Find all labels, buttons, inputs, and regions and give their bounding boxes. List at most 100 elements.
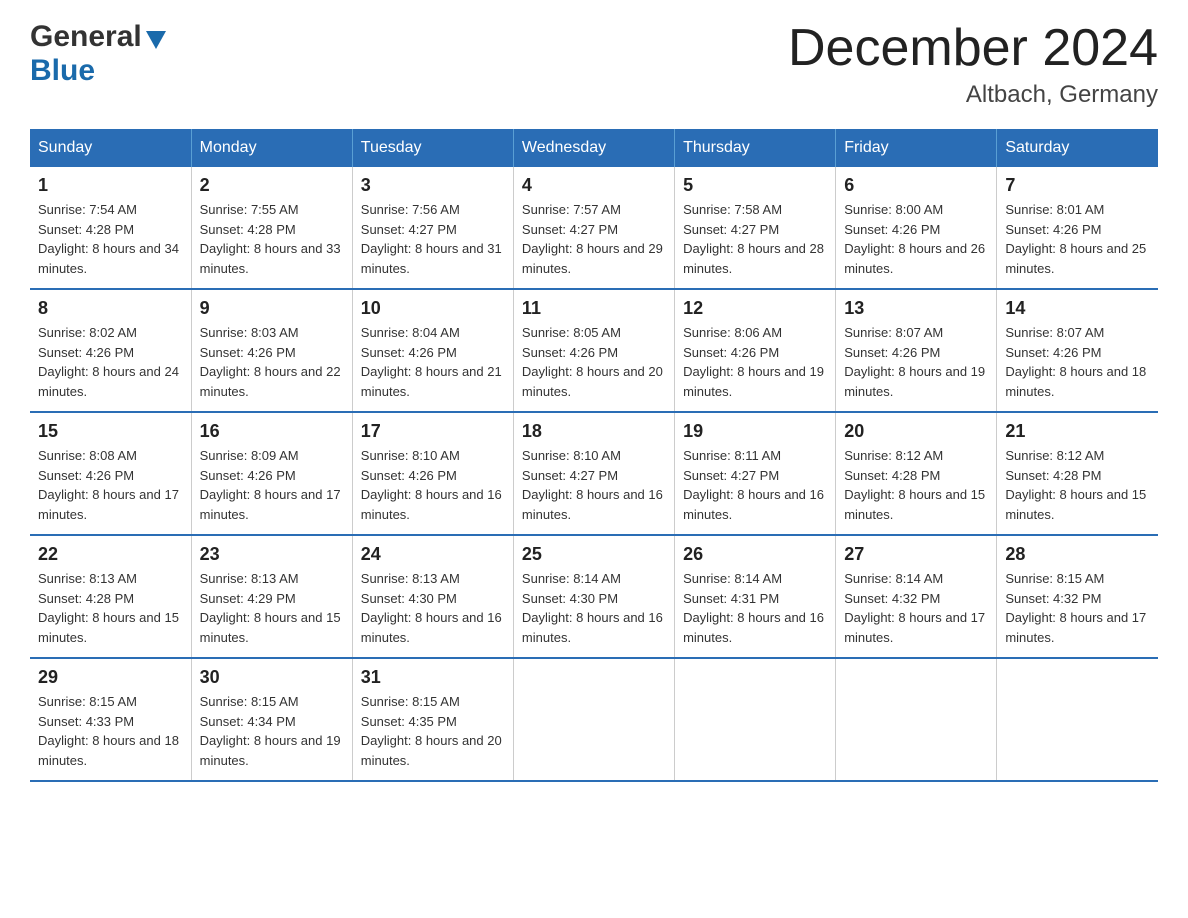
day-info: Sunrise: 8:03 AMSunset: 4:26 PMDaylight:… xyxy=(200,325,341,399)
day-number: 20 xyxy=(844,421,988,442)
calendar-cell: 13 Sunrise: 8:07 AMSunset: 4:26 PMDaylig… xyxy=(836,289,997,412)
day-number: 16 xyxy=(200,421,344,442)
day-info: Sunrise: 8:13 AMSunset: 4:29 PMDaylight:… xyxy=(200,571,341,645)
day-number: 13 xyxy=(844,298,988,319)
calendar-cell: 15 Sunrise: 8:08 AMSunset: 4:26 PMDaylig… xyxy=(30,412,191,535)
day-number: 30 xyxy=(200,667,344,688)
day-number: 28 xyxy=(1005,544,1150,565)
day-info: Sunrise: 7:58 AMSunset: 4:27 PMDaylight:… xyxy=(683,202,824,276)
day-info: Sunrise: 8:10 AMSunset: 4:26 PMDaylight:… xyxy=(361,448,502,522)
header-day-saturday: Saturday xyxy=(997,129,1158,167)
header-day-friday: Friday xyxy=(836,129,997,167)
calendar-cell xyxy=(836,658,997,781)
day-info: Sunrise: 8:05 AMSunset: 4:26 PMDaylight:… xyxy=(522,325,663,399)
calendar-cell: 19 Sunrise: 8:11 AMSunset: 4:27 PMDaylig… xyxy=(675,412,836,535)
day-info: Sunrise: 8:12 AMSunset: 4:28 PMDaylight:… xyxy=(1005,448,1146,522)
calendar-cell: 16 Sunrise: 8:09 AMSunset: 4:26 PMDaylig… xyxy=(191,412,352,535)
calendar-cell: 23 Sunrise: 8:13 AMSunset: 4:29 PMDaylig… xyxy=(191,535,352,658)
day-info: Sunrise: 8:08 AMSunset: 4:26 PMDaylight:… xyxy=(38,448,179,522)
calendar-header: SundayMondayTuesdayWednesdayThursdayFrid… xyxy=(30,129,1158,167)
day-number: 15 xyxy=(38,421,183,442)
day-number: 9 xyxy=(200,298,344,319)
day-number: 26 xyxy=(683,544,827,565)
day-number: 31 xyxy=(361,667,505,688)
day-number: 11 xyxy=(522,298,666,319)
calendar-cell: 20 Sunrise: 8:12 AMSunset: 4:28 PMDaylig… xyxy=(836,412,997,535)
logo-blue-text: Blue xyxy=(30,54,95,87)
day-info: Sunrise: 8:15 AMSunset: 4:32 PMDaylight:… xyxy=(1005,571,1146,645)
day-info: Sunrise: 8:14 AMSunset: 4:32 PMDaylight:… xyxy=(844,571,985,645)
calendar-cell: 29 Sunrise: 8:15 AMSunset: 4:33 PMDaylig… xyxy=(30,658,191,781)
calendar-cell: 7 Sunrise: 8:01 AMSunset: 4:26 PMDayligh… xyxy=(997,167,1158,289)
calendar-cell: 8 Sunrise: 8:02 AMSunset: 4:26 PMDayligh… xyxy=(30,289,191,412)
calendar-cell: 6 Sunrise: 8:00 AMSunset: 4:26 PMDayligh… xyxy=(836,167,997,289)
calendar-cell: 11 Sunrise: 8:05 AMSunset: 4:26 PMDaylig… xyxy=(513,289,674,412)
calendar-table: SundayMondayTuesdayWednesdayThursdayFrid… xyxy=(30,129,1158,782)
day-number: 18 xyxy=(522,421,666,442)
calendar-cell: 14 Sunrise: 8:07 AMSunset: 4:26 PMDaylig… xyxy=(997,289,1158,412)
calendar-cell: 28 Sunrise: 8:15 AMSunset: 4:32 PMDaylig… xyxy=(997,535,1158,658)
page-header: General Blue December 2024 Altbach, Germ… xyxy=(30,20,1158,109)
calendar-week-5: 29 Sunrise: 8:15 AMSunset: 4:33 PMDaylig… xyxy=(30,658,1158,781)
calendar-cell: 1 Sunrise: 7:54 AMSunset: 4:28 PMDayligh… xyxy=(30,167,191,289)
calendar-cell: 31 Sunrise: 8:15 AMSunset: 4:35 PMDaylig… xyxy=(352,658,513,781)
calendar-cell: 9 Sunrise: 8:03 AMSunset: 4:26 PMDayligh… xyxy=(191,289,352,412)
calendar-cell: 26 Sunrise: 8:14 AMSunset: 4:31 PMDaylig… xyxy=(675,535,836,658)
calendar-cell: 24 Sunrise: 8:13 AMSunset: 4:30 PMDaylig… xyxy=(352,535,513,658)
day-number: 17 xyxy=(361,421,505,442)
header-day-sunday: Sunday xyxy=(30,129,191,167)
header-day-tuesday: Tuesday xyxy=(352,129,513,167)
day-info: Sunrise: 8:04 AMSunset: 4:26 PMDaylight:… xyxy=(361,325,502,399)
day-info: Sunrise: 7:57 AMSunset: 4:27 PMDaylight:… xyxy=(522,202,663,276)
calendar-week-4: 22 Sunrise: 8:13 AMSunset: 4:28 PMDaylig… xyxy=(30,535,1158,658)
day-info: Sunrise: 8:13 AMSunset: 4:28 PMDaylight:… xyxy=(38,571,179,645)
day-info: Sunrise: 8:10 AMSunset: 4:27 PMDaylight:… xyxy=(522,448,663,522)
day-number: 19 xyxy=(683,421,827,442)
calendar-week-2: 8 Sunrise: 8:02 AMSunset: 4:26 PMDayligh… xyxy=(30,289,1158,412)
day-number: 6 xyxy=(844,175,988,196)
calendar-cell: 25 Sunrise: 8:14 AMSunset: 4:30 PMDaylig… xyxy=(513,535,674,658)
day-number: 4 xyxy=(522,175,666,196)
day-number: 2 xyxy=(200,175,344,196)
day-info: Sunrise: 8:06 AMSunset: 4:26 PMDaylight:… xyxy=(683,325,824,399)
title-block: December 2024 Altbach, Germany xyxy=(788,20,1158,109)
day-number: 27 xyxy=(844,544,988,565)
calendar-cell: 5 Sunrise: 7:58 AMSunset: 4:27 PMDayligh… xyxy=(675,167,836,289)
day-number: 23 xyxy=(200,544,344,565)
day-number: 21 xyxy=(1005,421,1150,442)
day-number: 14 xyxy=(1005,298,1150,319)
day-info: Sunrise: 8:02 AMSunset: 4:26 PMDaylight:… xyxy=(38,325,179,399)
day-number: 8 xyxy=(38,298,183,319)
header-day-thursday: Thursday xyxy=(675,129,836,167)
calendar-cell xyxy=(675,658,836,781)
day-info: Sunrise: 8:01 AMSunset: 4:26 PMDaylight:… xyxy=(1005,202,1146,276)
day-info: Sunrise: 8:00 AMSunset: 4:26 PMDaylight:… xyxy=(844,202,985,276)
calendar-cell: 18 Sunrise: 8:10 AMSunset: 4:27 PMDaylig… xyxy=(513,412,674,535)
calendar-title: December 2024 xyxy=(788,20,1158,77)
calendar-cell xyxy=(997,658,1158,781)
day-info: Sunrise: 8:07 AMSunset: 4:26 PMDaylight:… xyxy=(1005,325,1146,399)
calendar-cell: 21 Sunrise: 8:12 AMSunset: 4:28 PMDaylig… xyxy=(997,412,1158,535)
day-number: 25 xyxy=(522,544,666,565)
day-number: 1 xyxy=(38,175,183,196)
calendar-cell: 30 Sunrise: 8:15 AMSunset: 4:34 PMDaylig… xyxy=(191,658,352,781)
day-info: Sunrise: 7:56 AMSunset: 4:27 PMDaylight:… xyxy=(361,202,502,276)
day-number: 29 xyxy=(38,667,183,688)
day-info: Sunrise: 7:54 AMSunset: 4:28 PMDaylight:… xyxy=(38,202,179,276)
day-number: 5 xyxy=(683,175,827,196)
header-day-monday: Monday xyxy=(191,129,352,167)
calendar-cell: 12 Sunrise: 8:06 AMSunset: 4:26 PMDaylig… xyxy=(675,289,836,412)
calendar-cell: 27 Sunrise: 8:14 AMSunset: 4:32 PMDaylig… xyxy=(836,535,997,658)
day-info: Sunrise: 8:11 AMSunset: 4:27 PMDaylight:… xyxy=(683,448,824,522)
calendar-cell: 17 Sunrise: 8:10 AMSunset: 4:26 PMDaylig… xyxy=(352,412,513,535)
day-info: Sunrise: 8:14 AMSunset: 4:31 PMDaylight:… xyxy=(683,571,824,645)
calendar-body: 1 Sunrise: 7:54 AMSunset: 4:28 PMDayligh… xyxy=(30,167,1158,781)
day-info: Sunrise: 8:15 AMSunset: 4:35 PMDaylight:… xyxy=(361,694,502,768)
day-info: Sunrise: 8:14 AMSunset: 4:30 PMDaylight:… xyxy=(522,571,663,645)
day-info: Sunrise: 8:13 AMSunset: 4:30 PMDaylight:… xyxy=(361,571,502,645)
logo: General Blue xyxy=(30,20,166,88)
day-info: Sunrise: 8:15 AMSunset: 4:34 PMDaylight:… xyxy=(200,694,341,768)
calendar-cell: 3 Sunrise: 7:56 AMSunset: 4:27 PMDayligh… xyxy=(352,167,513,289)
day-number: 3 xyxy=(361,175,505,196)
header-row: SundayMondayTuesdayWednesdayThursdayFrid… xyxy=(30,129,1158,167)
